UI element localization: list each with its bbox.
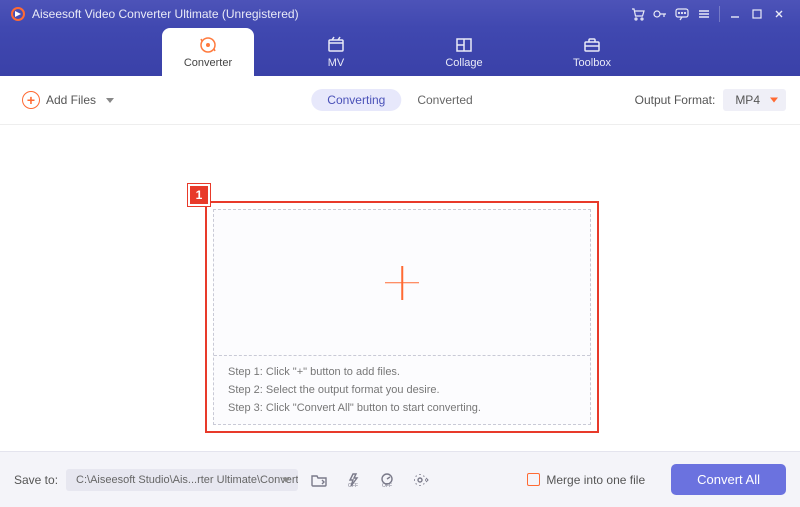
output-format-label: Output Format: — [635, 93, 716, 107]
maximize-button[interactable] — [746, 3, 768, 25]
toolbar: + Add Files Converting Converted Output … — [0, 76, 800, 125]
settings-button[interactable] — [408, 468, 434, 492]
workspace: 1 Step 1: Click "+" button to add files.… — [0, 125, 800, 482]
titlebar: Aiseesoft Video Converter Ultimate (Unre… — [0, 0, 800, 28]
annotation-frame: 1 Step 1: Click "+" button to add files.… — [205, 201, 599, 433]
toolbox-icon — [581, 35, 603, 55]
minimize-button[interactable] — [724, 3, 746, 25]
tab-label: Toolbox — [573, 57, 611, 69]
main-tabs: Converter MV Collage Toolbox — [0, 28, 800, 76]
output-format: Output Format: MP4 — [635, 89, 786, 111]
svg-text:OFF: OFF — [382, 483, 392, 488]
checkbox-icon — [527, 473, 540, 486]
close-button[interactable] — [768, 3, 790, 25]
status-segment: Converting Converted — [311, 89, 488, 111]
tab-label: Collage — [445, 57, 482, 69]
dropzone: Step 1: Click "+" button to add files. S… — [213, 209, 591, 425]
feedback-icon[interactable] — [671, 3, 693, 25]
step-2: Step 2: Select the output format you des… — [228, 384, 576, 396]
plus-icon: + — [22, 91, 40, 109]
divider — [719, 6, 720, 22]
bottom-bar: Save to: C:\Aiseesoft Studio\Ais...rter … — [0, 451, 800, 507]
app-logo-icon — [10, 6, 26, 22]
instructions: Step 1: Click "+" button to add files. S… — [214, 356, 590, 424]
hw-accel-button[interactable]: OFF — [340, 468, 366, 492]
tab-label: MV — [328, 57, 345, 69]
add-files-dropzone[interactable] — [214, 210, 590, 356]
collage-icon — [453, 35, 475, 55]
window-title: Aiseesoft Video Converter Ultimate (Unre… — [32, 7, 299, 21]
tab-toolbox[interactable]: Toolbox — [546, 28, 638, 76]
menu-icon[interactable] — [693, 3, 715, 25]
step-1: Step 1: Click "+" button to add files. — [228, 366, 576, 378]
add-files-button[interactable]: + Add Files — [14, 87, 122, 113]
high-speed-button[interactable]: OFF — [374, 468, 400, 492]
seg-converted[interactable]: Converted — [401, 89, 488, 111]
tab-label: Converter — [184, 57, 232, 69]
key-icon[interactable] — [649, 3, 671, 25]
big-plus-icon — [385, 266, 419, 300]
open-folder-button[interactable] — [306, 468, 332, 492]
save-to-label: Save to: — [14, 473, 58, 487]
svg-text:OFF: OFF — [348, 483, 358, 488]
add-files-label: Add Files — [46, 93, 96, 107]
tab-mv[interactable]: MV — [290, 28, 382, 76]
convert-all-button[interactable]: Convert All — [671, 464, 786, 495]
save-path-select[interactable]: C:\Aiseesoft Studio\Ais...rter Ultimate\… — [66, 469, 298, 491]
merge-checkbox[interactable]: Merge into one file — [527, 473, 645, 487]
step-3: Step 3: Click "Convert All" button to st… — [228, 402, 576, 414]
output-format-select[interactable]: MP4 — [723, 89, 786, 111]
cart-icon[interactable] — [627, 3, 649, 25]
tab-converter[interactable]: Converter — [162, 28, 254, 76]
mv-icon — [325, 35, 347, 55]
convert-icon — [197, 35, 219, 55]
tab-collage[interactable]: Collage — [418, 28, 510, 76]
merge-label: Merge into one file — [546, 473, 645, 487]
annotation-badge: 1 — [188, 184, 210, 206]
seg-converting[interactable]: Converting — [311, 89, 401, 111]
chevron-down-icon — [106, 98, 114, 103]
